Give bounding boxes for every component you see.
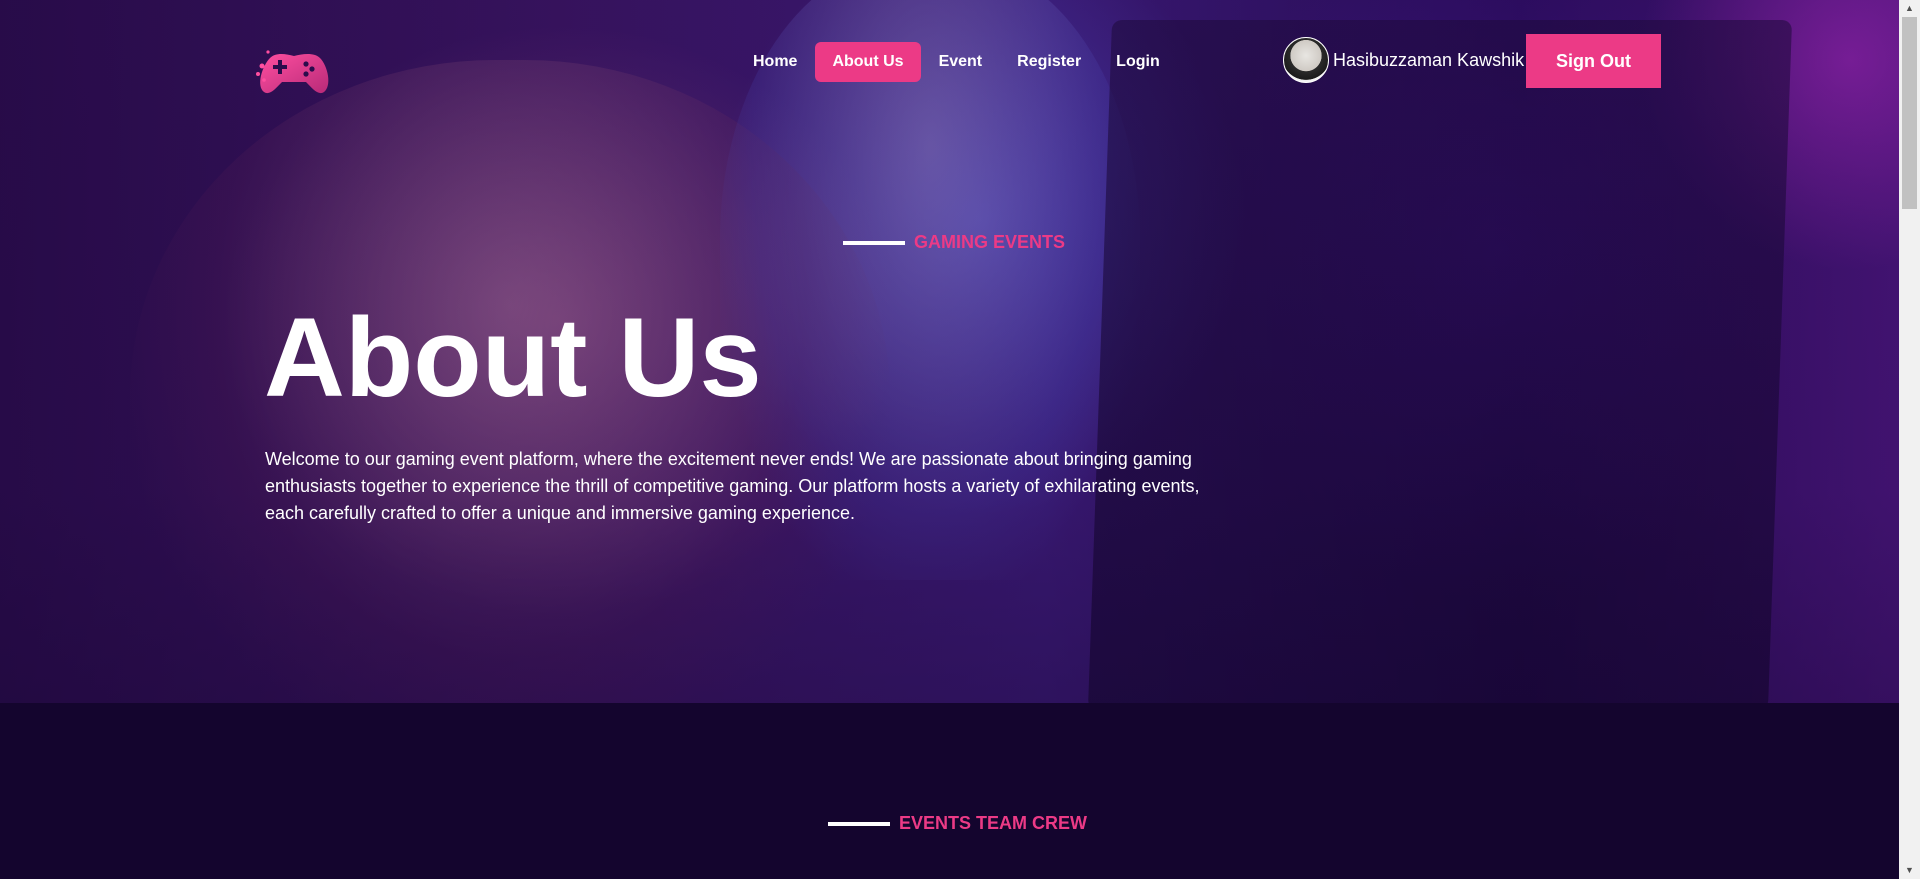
page-title: About Us: [264, 295, 762, 420]
eyebrow-divider: [843, 240, 905, 245]
gamepad-icon[interactable]: [256, 46, 332, 96]
vertical-scrollbar[interactable]: ▲ ▼: [1899, 0, 1920, 879]
main-nav: Home About Us Event Register Login: [736, 42, 1178, 82]
eyebrow-label: GAMING EVENTS: [914, 232, 1066, 252]
scroll-up-arrow-icon[interactable]: ▲: [1899, 0, 1920, 17]
hero-section: Home About Us Event Register Login Hasib…: [0, 0, 1899, 703]
eyebrow-label: EVENTS TEAM CREW: [899, 813, 1088, 833]
user-profile[interactable]: Hasibuzzaman Kawshik: [1283, 37, 1524, 83]
avatar[interactable]: [1283, 37, 1329, 83]
user-name: Hasibuzzaman Kawshik: [1333, 49, 1525, 70]
scroll-thumb[interactable]: [1902, 17, 1917, 209]
nav-register[interactable]: Register: [1000, 42, 1098, 82]
eyebrow-divider: [828, 821, 890, 826]
nav-home[interactable]: Home: [736, 42, 814, 82]
hero-description: Welcome to our gaming event platform, wh…: [265, 449, 1200, 523]
page: Home About Us Event Register Login Hasib…: [0, 0, 1899, 879]
sign-out-button[interactable]: Sign Out: [1526, 34, 1661, 88]
team-crew-eyebrow: EVENTS TEAM CREW: [828, 813, 1087, 834]
nav-event[interactable]: Event: [922, 42, 1000, 82]
scroll-down-arrow-icon[interactable]: ▼: [1899, 862, 1920, 879]
gaming-events-eyebrow: GAMING EVENTS: [843, 232, 1065, 253]
nav-login[interactable]: Login: [1099, 42, 1177, 82]
nav-about-us[interactable]: About Us: [815, 42, 921, 82]
